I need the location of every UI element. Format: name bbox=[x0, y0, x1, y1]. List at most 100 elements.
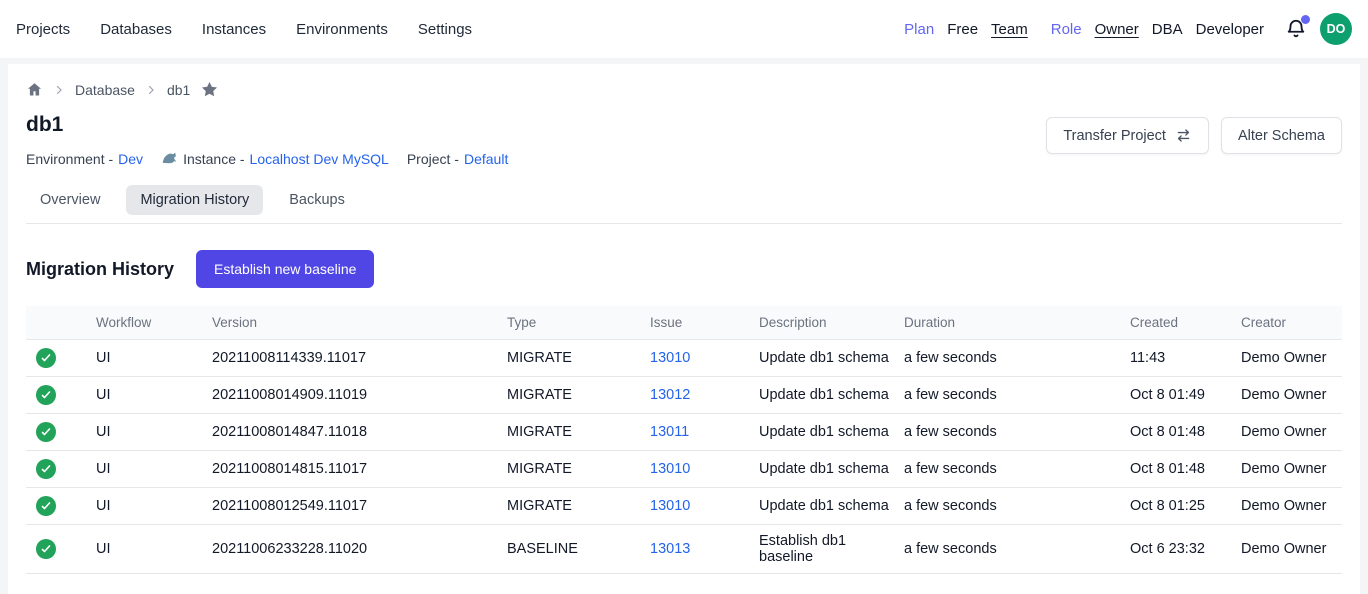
issue-link[interactable]: 13010 bbox=[650, 350, 690, 366]
top-navigation-bar: Projects Databases Instances Environment… bbox=[0, 0, 1368, 58]
table-row[interactable]: UI 20211006233228.11020 BASELINE 13013 E… bbox=[26, 525, 1342, 574]
cell-workflow: UI bbox=[90, 340, 206, 377]
database-detail-page: Database db1 db1 Environment - Dev bbox=[8, 64, 1360, 594]
environment-link[interactable]: Dev bbox=[118, 151, 143, 167]
issue-link[interactable]: 13011 bbox=[650, 424, 689, 440]
chevron-right-icon bbox=[53, 84, 65, 96]
database-tabs: Overview Migration History Backups bbox=[26, 185, 1342, 224]
cell-creator: Demo Owner bbox=[1235, 525, 1342, 574]
notification-dot bbox=[1301, 15, 1310, 24]
environment-label: Environment - bbox=[26, 151, 113, 167]
cell-type: MIGRATE bbox=[501, 377, 644, 414]
instance-link[interactable]: Localhost Dev MySQL bbox=[250, 151, 389, 167]
success-check-icon bbox=[36, 348, 56, 368]
breadcrumb-item-database[interactable]: Database bbox=[75, 82, 135, 98]
cell-type: MIGRATE bbox=[501, 488, 644, 525]
cell-created: 11:43 bbox=[1124, 340, 1235, 377]
cell-type: MIGRATE bbox=[501, 414, 644, 451]
cell-duration: a few seconds bbox=[898, 525, 1124, 574]
column-header-description: Description bbox=[753, 306, 898, 340]
cell-type: MIGRATE bbox=[501, 451, 644, 488]
title-block: db1 Environment - Dev Instance - Localho… bbox=[26, 113, 508, 167]
page-actions: Transfer Project Alter Schema bbox=[1046, 117, 1342, 154]
role-option-owner[interactable]: Owner bbox=[1095, 21, 1139, 38]
table-header-row: Workflow Version Type Issue Description … bbox=[26, 306, 1342, 340]
nav-item-databases[interactable]: Databases bbox=[100, 21, 172, 38]
cell-duration: a few seconds bbox=[898, 377, 1124, 414]
role-option-developer[interactable]: Developer bbox=[1196, 21, 1264, 38]
nav-item-environments[interactable]: Environments bbox=[296, 21, 388, 38]
project-link[interactable]: Default bbox=[464, 151, 508, 167]
notifications-button[interactable] bbox=[1285, 18, 1307, 40]
issue-link[interactable]: 13010 bbox=[650, 461, 690, 477]
migration-history-table: Workflow Version Type Issue Description … bbox=[26, 306, 1342, 574]
column-header-version: Version bbox=[206, 306, 501, 340]
issue-link[interactable]: 13010 bbox=[650, 498, 690, 514]
establish-new-baseline-button[interactable]: Establish new baseline bbox=[196, 250, 374, 288]
cell-created: Oct 8 01:49 bbox=[1124, 377, 1235, 414]
transfer-project-button-label: Transfer Project bbox=[1063, 128, 1166, 144]
cell-description: Update db1 schema bbox=[753, 340, 898, 377]
avatar[interactable]: DO bbox=[1320, 13, 1352, 45]
role-label: Role bbox=[1051, 21, 1082, 38]
success-check-icon bbox=[36, 385, 56, 405]
cell-description: Update db1 schema bbox=[753, 414, 898, 451]
home-icon[interactable] bbox=[26, 81, 43, 98]
cell-duration: a few seconds bbox=[898, 488, 1124, 525]
instance-label: Instance - bbox=[183, 151, 244, 167]
cell-type: BASELINE bbox=[501, 525, 644, 574]
cell-version: 20211008012549.11017 bbox=[206, 488, 501, 525]
cell-duration: a few seconds bbox=[898, 340, 1124, 377]
plan-option-free[interactable]: Free bbox=[947, 21, 978, 38]
alter-schema-button[interactable]: Alter Schema bbox=[1221, 117, 1342, 154]
breadcrumb-item-db1[interactable]: db1 bbox=[167, 82, 190, 98]
cell-creator: Demo Owner bbox=[1235, 377, 1342, 414]
tab-migration-history[interactable]: Migration History bbox=[126, 185, 263, 215]
tab-overview[interactable]: Overview bbox=[26, 185, 114, 215]
cell-creator: Demo Owner bbox=[1235, 414, 1342, 451]
table-row[interactable]: UI 20211008014847.11018 MIGRATE 13011 Up… bbox=[26, 414, 1342, 451]
cell-creator: Demo Owner bbox=[1235, 451, 1342, 488]
cell-description: Update db1 schema bbox=[753, 488, 898, 525]
column-header-issue: Issue bbox=[644, 306, 753, 340]
nav-item-projects[interactable]: Projects bbox=[16, 21, 70, 38]
transfer-project-button[interactable]: Transfer Project bbox=[1046, 117, 1209, 154]
cell-creator: Demo Owner bbox=[1235, 340, 1342, 377]
nav-item-settings[interactable]: Settings bbox=[418, 21, 472, 38]
cell-created: Oct 8 01:48 bbox=[1124, 414, 1235, 451]
column-header-type: Type bbox=[501, 306, 644, 340]
cell-duration: a few seconds bbox=[898, 451, 1124, 488]
table-row[interactable]: UI 20211008014815.11017 MIGRATE 13010 Up… bbox=[26, 451, 1342, 488]
issue-link[interactable]: 13013 bbox=[650, 541, 690, 557]
table-row[interactable]: UI 20211008012549.11017 MIGRATE 13010 Up… bbox=[26, 488, 1342, 525]
topbar-right-controls: Plan Free Team Role Owner DBA Developer … bbox=[904, 13, 1352, 45]
star-icon[interactable] bbox=[200, 80, 219, 99]
success-check-icon bbox=[36, 459, 56, 479]
cell-created: Oct 6 23:32 bbox=[1124, 525, 1235, 574]
table-row[interactable]: UI 20211008114339.11017 MIGRATE 13010 Up… bbox=[26, 340, 1342, 377]
success-check-icon bbox=[36, 496, 56, 516]
cell-duration: a few seconds bbox=[898, 414, 1124, 451]
main-nav: Projects Databases Instances Environment… bbox=[16, 21, 472, 38]
plan-option-team[interactable]: Team bbox=[991, 21, 1028, 38]
role-option-dba[interactable]: DBA bbox=[1152, 21, 1183, 38]
column-header-created: Created bbox=[1124, 306, 1235, 340]
project-label: Project - bbox=[407, 151, 459, 167]
table-row[interactable]: UI 20211008014909.11019 MIGRATE 13012 Up… bbox=[26, 377, 1342, 414]
cell-version: 20211008014909.11019 bbox=[206, 377, 501, 414]
nav-item-instances[interactable]: Instances bbox=[202, 21, 266, 38]
migration-history-section-header: Migration History Establish new baseline bbox=[26, 250, 1342, 288]
section-title: Migration History bbox=[26, 259, 174, 280]
column-header-workflow: Workflow bbox=[90, 306, 206, 340]
tab-backups[interactable]: Backups bbox=[275, 185, 359, 215]
success-check-icon bbox=[36, 539, 56, 559]
issue-link[interactable]: 13012 bbox=[650, 387, 690, 403]
cell-workflow: UI bbox=[90, 377, 206, 414]
alter-schema-button-label: Alter Schema bbox=[1238, 128, 1325, 144]
mysql-icon bbox=[161, 150, 178, 167]
success-check-icon bbox=[36, 422, 56, 442]
cell-workflow: UI bbox=[90, 525, 206, 574]
chevron-right-icon bbox=[145, 84, 157, 96]
cell-created: Oct 8 01:25 bbox=[1124, 488, 1235, 525]
column-header-creator: Creator bbox=[1235, 306, 1342, 340]
